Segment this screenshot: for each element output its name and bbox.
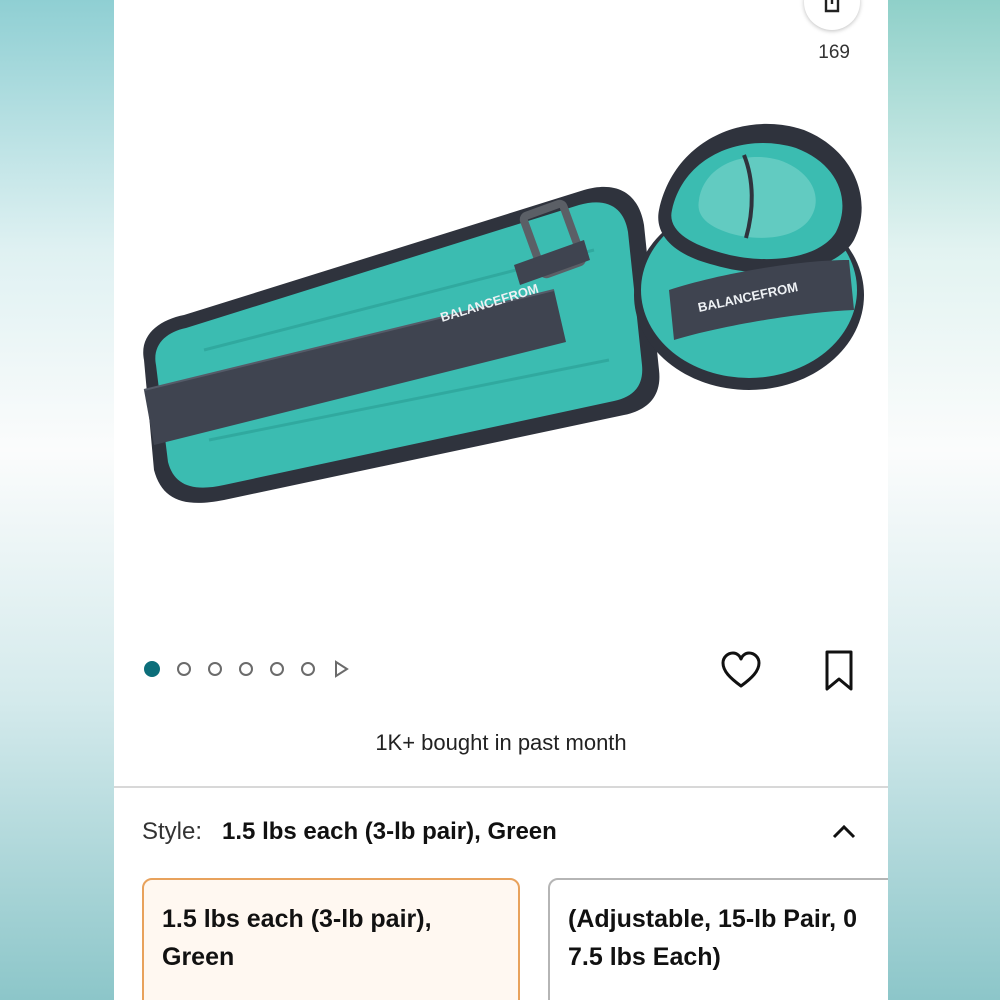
bought-in-past-month: 1K+ bought in past month: [375, 730, 627, 755]
background-right: [888, 0, 1000, 1000]
carousel-dot-6[interactable]: [301, 662, 315, 676]
divider: [114, 786, 888, 788]
style-option-1-selected[interactable]: 1.5 lbs each (3-lb pair), Green: [142, 878, 520, 1000]
style-option-2[interactable]: (Adjustable, 15-lb Pair, 0 7.5 lbs Each): [548, 878, 888, 1000]
share-button[interactable]: [804, 0, 860, 30]
chevron-up-icon[interactable]: [826, 814, 862, 850]
product-page: 169 BALANCEFROM BALANCEFROM 1K+ bought i…: [114, 0, 888, 1000]
option-1-line-1: 1.5 lbs each (3-lb pair),: [162, 905, 432, 933]
style-selected-value: 1.5 lbs each (3-lb pair), Green: [222, 818, 557, 845]
open-ankle-weight: BALANCEFROM: [143, 186, 660, 503]
play-next-icon[interactable]: [332, 660, 350, 678]
option-1-line-2: Green: [162, 943, 235, 971]
carousel-dot-1[interactable]: [144, 661, 160, 677]
closed-ankle-weight: BALANCEFROM: [634, 123, 864, 390]
carousel-dot-5[interactable]: [270, 662, 284, 676]
option-2-line-2: 7.5 lbs Each): [568, 943, 721, 971]
carousel-dot-3[interactable]: [208, 662, 222, 676]
image-carousel-indicator[interactable]: [144, 660, 350, 678]
option-2-line-1: (Adjustable, 15-lb Pair, 0: [568, 905, 857, 933]
wishlist-button[interactable]: [718, 648, 764, 694]
carousel-dot-2[interactable]: [177, 662, 191, 676]
bookmark-icon: [825, 650, 853, 691]
style-selector-header[interactable]: Style: 1.5 lbs each (3-lb pair), Green: [142, 812, 862, 852]
style-label: Style:: [142, 818, 203, 845]
save-button[interactable]: [816, 648, 862, 694]
heart-icon: [721, 651, 761, 688]
background-left: [0, 0, 114, 1000]
share-icon: [824, 0, 840, 13]
product-image[interactable]: BALANCEFROM BALANCEFROM: [114, 60, 888, 580]
carousel-dot-4[interactable]: [239, 662, 253, 676]
